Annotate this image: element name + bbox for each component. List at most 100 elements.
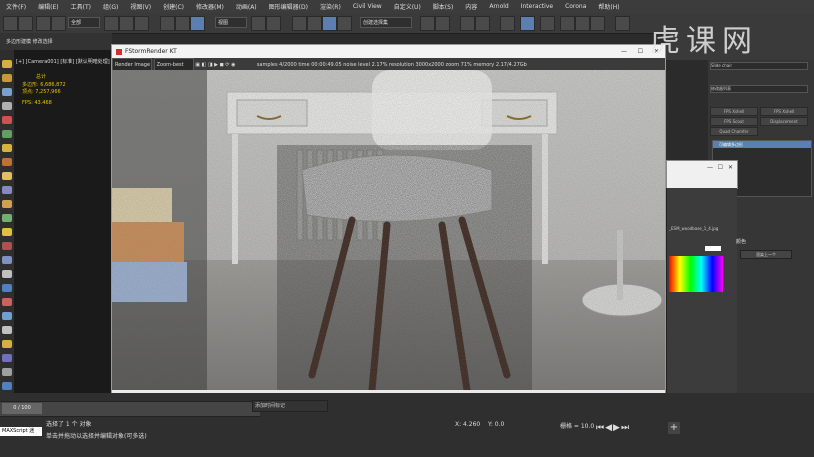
ribbon-icon[interactable] bbox=[475, 16, 490, 31]
shape-icon[interactable] bbox=[2, 74, 12, 82]
time-tag-field[interactable]: 添加时间标记 bbox=[252, 400, 328, 412]
object-name-field[interactable]: Slide chair bbox=[710, 62, 808, 70]
maximize-icon[interactable]: ☐ bbox=[638, 45, 643, 58]
pivot-icon[interactable] bbox=[251, 16, 266, 31]
modifier-button-5[interactable]: Quad Chamfer bbox=[710, 127, 758, 136]
light-icon[interactable] bbox=[2, 88, 12, 96]
minimize-icon[interactable]: — bbox=[621, 45, 627, 58]
minimize-icon[interactable]: — bbox=[707, 164, 713, 171]
selection-filter-dropdown[interactable]: 全部 bbox=[68, 17, 100, 28]
render-tool-icons[interactable]: ▣ ◧ ◨ ▶ ◼ ⟳ ◉ bbox=[195, 59, 255, 70]
bend-icon[interactable] bbox=[2, 242, 12, 250]
viewport-camera001[interactable]: [+] [Camera001] [标准] [默认明暗处理] 总计 多边形: 6,… bbox=[14, 50, 112, 393]
frame-counter[interactable]: 0 / 100 bbox=[2, 403, 42, 414]
helper-icon[interactable] bbox=[2, 116, 12, 124]
mirror-icon[interactable] bbox=[420, 16, 435, 31]
move-icon[interactable] bbox=[160, 16, 175, 31]
menu-animation[interactable]: 动画(A) bbox=[230, 2, 263, 11]
rect-select-icon[interactable] bbox=[134, 16, 149, 31]
playback-controls-icon[interactable]: ⏮◀▶⏭ bbox=[596, 423, 656, 437]
redo-icon[interactable] bbox=[18, 16, 33, 31]
coord-x[interactable]: X: 4.260 bbox=[455, 421, 480, 428]
snap-3d-icon[interactable] bbox=[292, 16, 307, 31]
rotate-icon[interactable] bbox=[175, 16, 190, 31]
shell-icon[interactable] bbox=[2, 326, 12, 334]
menu-rendering[interactable]: 渲染(R) bbox=[314, 2, 347, 11]
path-icon[interactable] bbox=[2, 298, 12, 306]
spacewarp-icon[interactable] bbox=[2, 130, 12, 138]
noise-icon[interactable] bbox=[2, 284, 12, 292]
menu-file[interactable]: 文件(F) bbox=[0, 2, 32, 11]
add-icon[interactable]: + bbox=[668, 422, 680, 434]
select-by-name-icon[interactable] bbox=[119, 16, 134, 31]
menu-corona[interactable]: Corona bbox=[559, 3, 592, 10]
render-mode-dropdown[interactable]: Render Image bbox=[112, 58, 152, 70]
menu-group[interactable]: 组(G) bbox=[97, 2, 124, 11]
modifier-button-2[interactable]: FPS Xshell bbox=[760, 107, 808, 116]
system-icon[interactable] bbox=[2, 144, 12, 152]
named-selection-dropdown[interactable]: 创建选择集 bbox=[360, 17, 412, 28]
link-icon[interactable] bbox=[36, 16, 51, 31]
spinner-snap-icon[interactable] bbox=[337, 16, 352, 31]
menu-help[interactable]: 帮助(H) bbox=[592, 2, 625, 11]
camera-icon[interactable] bbox=[2, 102, 12, 110]
unlink-icon[interactable] bbox=[51, 16, 66, 31]
undo-icon[interactable] bbox=[3, 16, 18, 31]
scale-icon[interactable] bbox=[190, 16, 205, 31]
menu-edit[interactable]: 编辑(E) bbox=[32, 2, 64, 11]
cylinder-icon[interactable] bbox=[2, 172, 12, 180]
color-spectrum[interactable] bbox=[669, 256, 723, 292]
render-previous-button[interactable]: 渲染上一个 bbox=[740, 250, 792, 259]
teapot-icon[interactable] bbox=[615, 16, 630, 31]
taper-icon[interactable] bbox=[2, 256, 12, 264]
plane-icon[interactable] bbox=[2, 214, 12, 222]
coord-y[interactable]: Y: 0.0 bbox=[488, 421, 504, 428]
bevel-icon[interactable] bbox=[2, 340, 12, 348]
extrude-icon[interactable] bbox=[2, 354, 12, 362]
modifier-button-4[interactable]: Displacement bbox=[760, 117, 808, 126]
time-slider[interactable]: 0 / 100 bbox=[0, 401, 260, 417]
align-icon[interactable] bbox=[435, 16, 450, 31]
select-object-icon[interactable] bbox=[104, 16, 119, 31]
modifier-list-dropdown[interactable]: 修改器列表 bbox=[710, 85, 808, 93]
menu-tools[interactable]: 工具(T) bbox=[65, 2, 97, 11]
torus-icon[interactable] bbox=[2, 200, 12, 208]
menu-create[interactable]: 创建(C) bbox=[157, 2, 190, 11]
curve-editor-icon[interactable] bbox=[500, 16, 515, 31]
lattice-icon[interactable] bbox=[2, 312, 12, 320]
close-icon[interactable]: ✕ bbox=[728, 164, 733, 171]
sun-icon[interactable] bbox=[2, 228, 12, 236]
layer-icon[interactable] bbox=[460, 16, 475, 31]
render-setup-icon[interactable] bbox=[560, 16, 575, 31]
menu-scripting[interactable]: 脚本(S) bbox=[427, 2, 460, 11]
percent-snap-icon[interactable] bbox=[322, 16, 337, 31]
zoom-dropdown[interactable]: Zoom-best bbox=[153, 58, 194, 70]
stack-item[interactable]: 可编辑多边形 bbox=[713, 141, 811, 148]
menu-graph-editors[interactable]: 图形编辑器(D) bbox=[263, 2, 314, 11]
schematic-view-icon[interactable] bbox=[520, 16, 535, 31]
render-image[interactable] bbox=[112, 70, 665, 390]
menu-civil-view[interactable]: Civil View bbox=[347, 3, 388, 10]
viewport-label[interactable]: [+] [Camera001] [标准] [默认明暗处理] bbox=[16, 58, 110, 65]
sweep-icon[interactable] bbox=[2, 382, 12, 390]
create-icon[interactable] bbox=[2, 60, 12, 68]
menu-arnold[interactable]: Arnold bbox=[483, 3, 514, 10]
angle-snap-icon[interactable] bbox=[307, 16, 322, 31]
cone-icon[interactable] bbox=[2, 186, 12, 194]
maximize-icon[interactable]: ☐ bbox=[718, 164, 723, 171]
maxscript-listener[interactable]: MAXScript 迷 bbox=[0, 427, 42, 436]
color-swatch[interactable] bbox=[705, 246, 721, 251]
modifier-button-1[interactable]: FPS Xshell bbox=[710, 107, 758, 116]
reference-coord-dropdown[interactable]: 视图 bbox=[215, 17, 247, 28]
material-editor-icon[interactable] bbox=[540, 16, 555, 31]
select-manipulate-icon[interactable] bbox=[266, 16, 281, 31]
sphere-icon[interactable] bbox=[2, 158, 12, 166]
menu-modifiers[interactable]: 修改器(M) bbox=[190, 2, 230, 11]
menu-interactive[interactable]: Interactive bbox=[515, 3, 559, 10]
render-icon[interactable] bbox=[590, 16, 605, 31]
modifier-button-3[interactable]: FPS Scout bbox=[710, 117, 758, 126]
menu-content[interactable]: 内容 bbox=[459, 2, 483, 11]
menu-view[interactable]: 视图(V) bbox=[124, 2, 157, 11]
lathe-icon[interactable] bbox=[2, 368, 12, 376]
rendered-frame-icon[interactable] bbox=[575, 16, 590, 31]
